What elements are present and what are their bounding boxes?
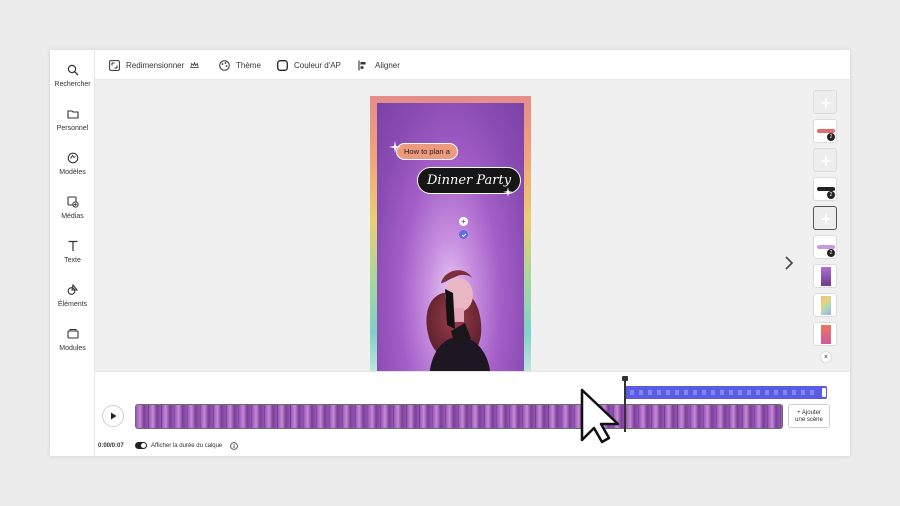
sparkle-icon bbox=[503, 187, 513, 197]
scene-count-badge: 2 bbox=[827, 249, 835, 257]
scene-thumb[interactable] bbox=[813, 293, 837, 317]
layer-duration-bar[interactable] bbox=[624, 386, 827, 399]
crown-icon bbox=[190, 61, 199, 68]
play-icon bbox=[110, 412, 116, 420]
add-scene-label-2: une scène bbox=[795, 417, 823, 423]
align-button[interactable]: Aligner bbox=[358, 58, 400, 72]
scene-count-badge: 2 bbox=[827, 133, 835, 141]
sparkle-icon bbox=[819, 154, 833, 168]
rail-item-label: Texte bbox=[64, 257, 81, 264]
rail-item-search[interactable]: Rechercher bbox=[50, 62, 95, 102]
color-swatch-icon bbox=[277, 59, 288, 71]
theme-label: Thème bbox=[236, 60, 261, 70]
resize-icon bbox=[109, 59, 120, 71]
templates-icon bbox=[67, 152, 78, 164]
rail-item-media[interactable]: Médias bbox=[50, 194, 95, 234]
rail-item-elements[interactable]: Éléments bbox=[50, 282, 95, 322]
sparkle-icon bbox=[819, 212, 833, 226]
resize-label: Redimensionner bbox=[126, 60, 185, 70]
sparkle-icon bbox=[389, 141, 401, 153]
folder-icon bbox=[66, 110, 79, 119]
close-button[interactable]: × bbox=[820, 351, 832, 363]
chevron-right-icon[interactable] bbox=[783, 255, 795, 271]
text-icon bbox=[68, 240, 77, 251]
scene-thumb-selected[interactable] bbox=[813, 206, 837, 230]
check-badge-icon bbox=[459, 230, 468, 239]
scene-thumb[interactable] bbox=[813, 264, 837, 288]
person-photo bbox=[426, 270, 491, 374]
info-icon[interactable] bbox=[230, 442, 238, 450]
rail-item-label: Modules bbox=[59, 345, 86, 352]
rail-item-modules[interactable]: Modules bbox=[50, 326, 95, 366]
title-pill-small[interactable]: How to plan a bbox=[396, 143, 458, 160]
rail-item-label: Éléments bbox=[57, 301, 88, 308]
resize-button[interactable]: Redimensionner bbox=[109, 58, 205, 72]
rail-item-label: Personnel bbox=[56, 125, 89, 132]
scene-count-badge: 2 bbox=[827, 191, 835, 199]
rail-item-text[interactable]: Texte bbox=[50, 238, 95, 278]
playhead[interactable] bbox=[624, 378, 626, 432]
add-scene-label-1: + Ajouter bbox=[797, 410, 821, 416]
theme-button[interactable]: Thème bbox=[219, 58, 261, 72]
rail-item-label: Modèles bbox=[59, 169, 86, 176]
scene-thumb-empty[interactable] bbox=[813, 148, 837, 172]
play-button[interactable] bbox=[102, 405, 124, 427]
timeline: + Ajouter une scène 0:00/0:07 Afficher l… bbox=[95, 371, 850, 456]
align-label: Aligner bbox=[375, 60, 400, 70]
align-left-icon bbox=[358, 60, 366, 70]
left-rail: Rechercher Personnel Modèles Médias Text… bbox=[50, 50, 95, 456]
sparkle-icon bbox=[819, 96, 833, 110]
modules-icon bbox=[66, 329, 79, 339]
scene-thumb[interactable] bbox=[813, 322, 837, 346]
elements-icon bbox=[67, 284, 78, 295]
top-toolbar: Redimensionner Thème Couleur d'AP Aligne… bbox=[95, 50, 850, 80]
rail-item-personal[interactable]: Personnel bbox=[50, 106, 95, 146]
scene-thumb-empty[interactable] bbox=[813, 90, 837, 114]
layer-trim-handle[interactable] bbox=[822, 388, 826, 397]
palette-icon bbox=[219, 59, 230, 71]
bg-color-button[interactable]: Couleur d'AP bbox=[277, 58, 341, 72]
mouse-cursor-icon bbox=[580, 388, 620, 444]
scene-thumb[interactable]: 2 bbox=[813, 119, 837, 143]
media-icon bbox=[66, 196, 79, 208]
time-readout: 0:00/0:07 bbox=[98, 443, 124, 449]
scene-thumb[interactable]: 2 bbox=[813, 177, 837, 201]
canvas-background: How to plan a Dinner Party bbox=[377, 103, 524, 374]
design-canvas[interactable]: How to plan a Dinner Party bbox=[370, 96, 531, 374]
rail-item-label: Rechercher bbox=[54, 81, 91, 88]
scene-track[interactable] bbox=[135, 404, 783, 429]
rail-item-templates[interactable]: Modèles bbox=[50, 150, 95, 190]
add-scene-button[interactable]: + Ajouter une scène bbox=[788, 404, 830, 428]
scene-panel: 2 2 2 bbox=[813, 90, 839, 370]
bg-color-label: Couleur d'AP bbox=[294, 60, 341, 70]
magic-edit-icon[interactable] bbox=[459, 217, 468, 226]
layer-duration-toggle[interactable] bbox=[135, 442, 147, 449]
layer-duration-label: Afficher la durée du calque bbox=[151, 443, 223, 449]
scene-thumb[interactable]: 2 bbox=[813, 235, 837, 259]
search-icon bbox=[67, 64, 78, 76]
rail-item-label: Médias bbox=[61, 213, 84, 220]
editor-window: Rechercher Personnel Modèles Médias Text… bbox=[50, 50, 850, 456]
